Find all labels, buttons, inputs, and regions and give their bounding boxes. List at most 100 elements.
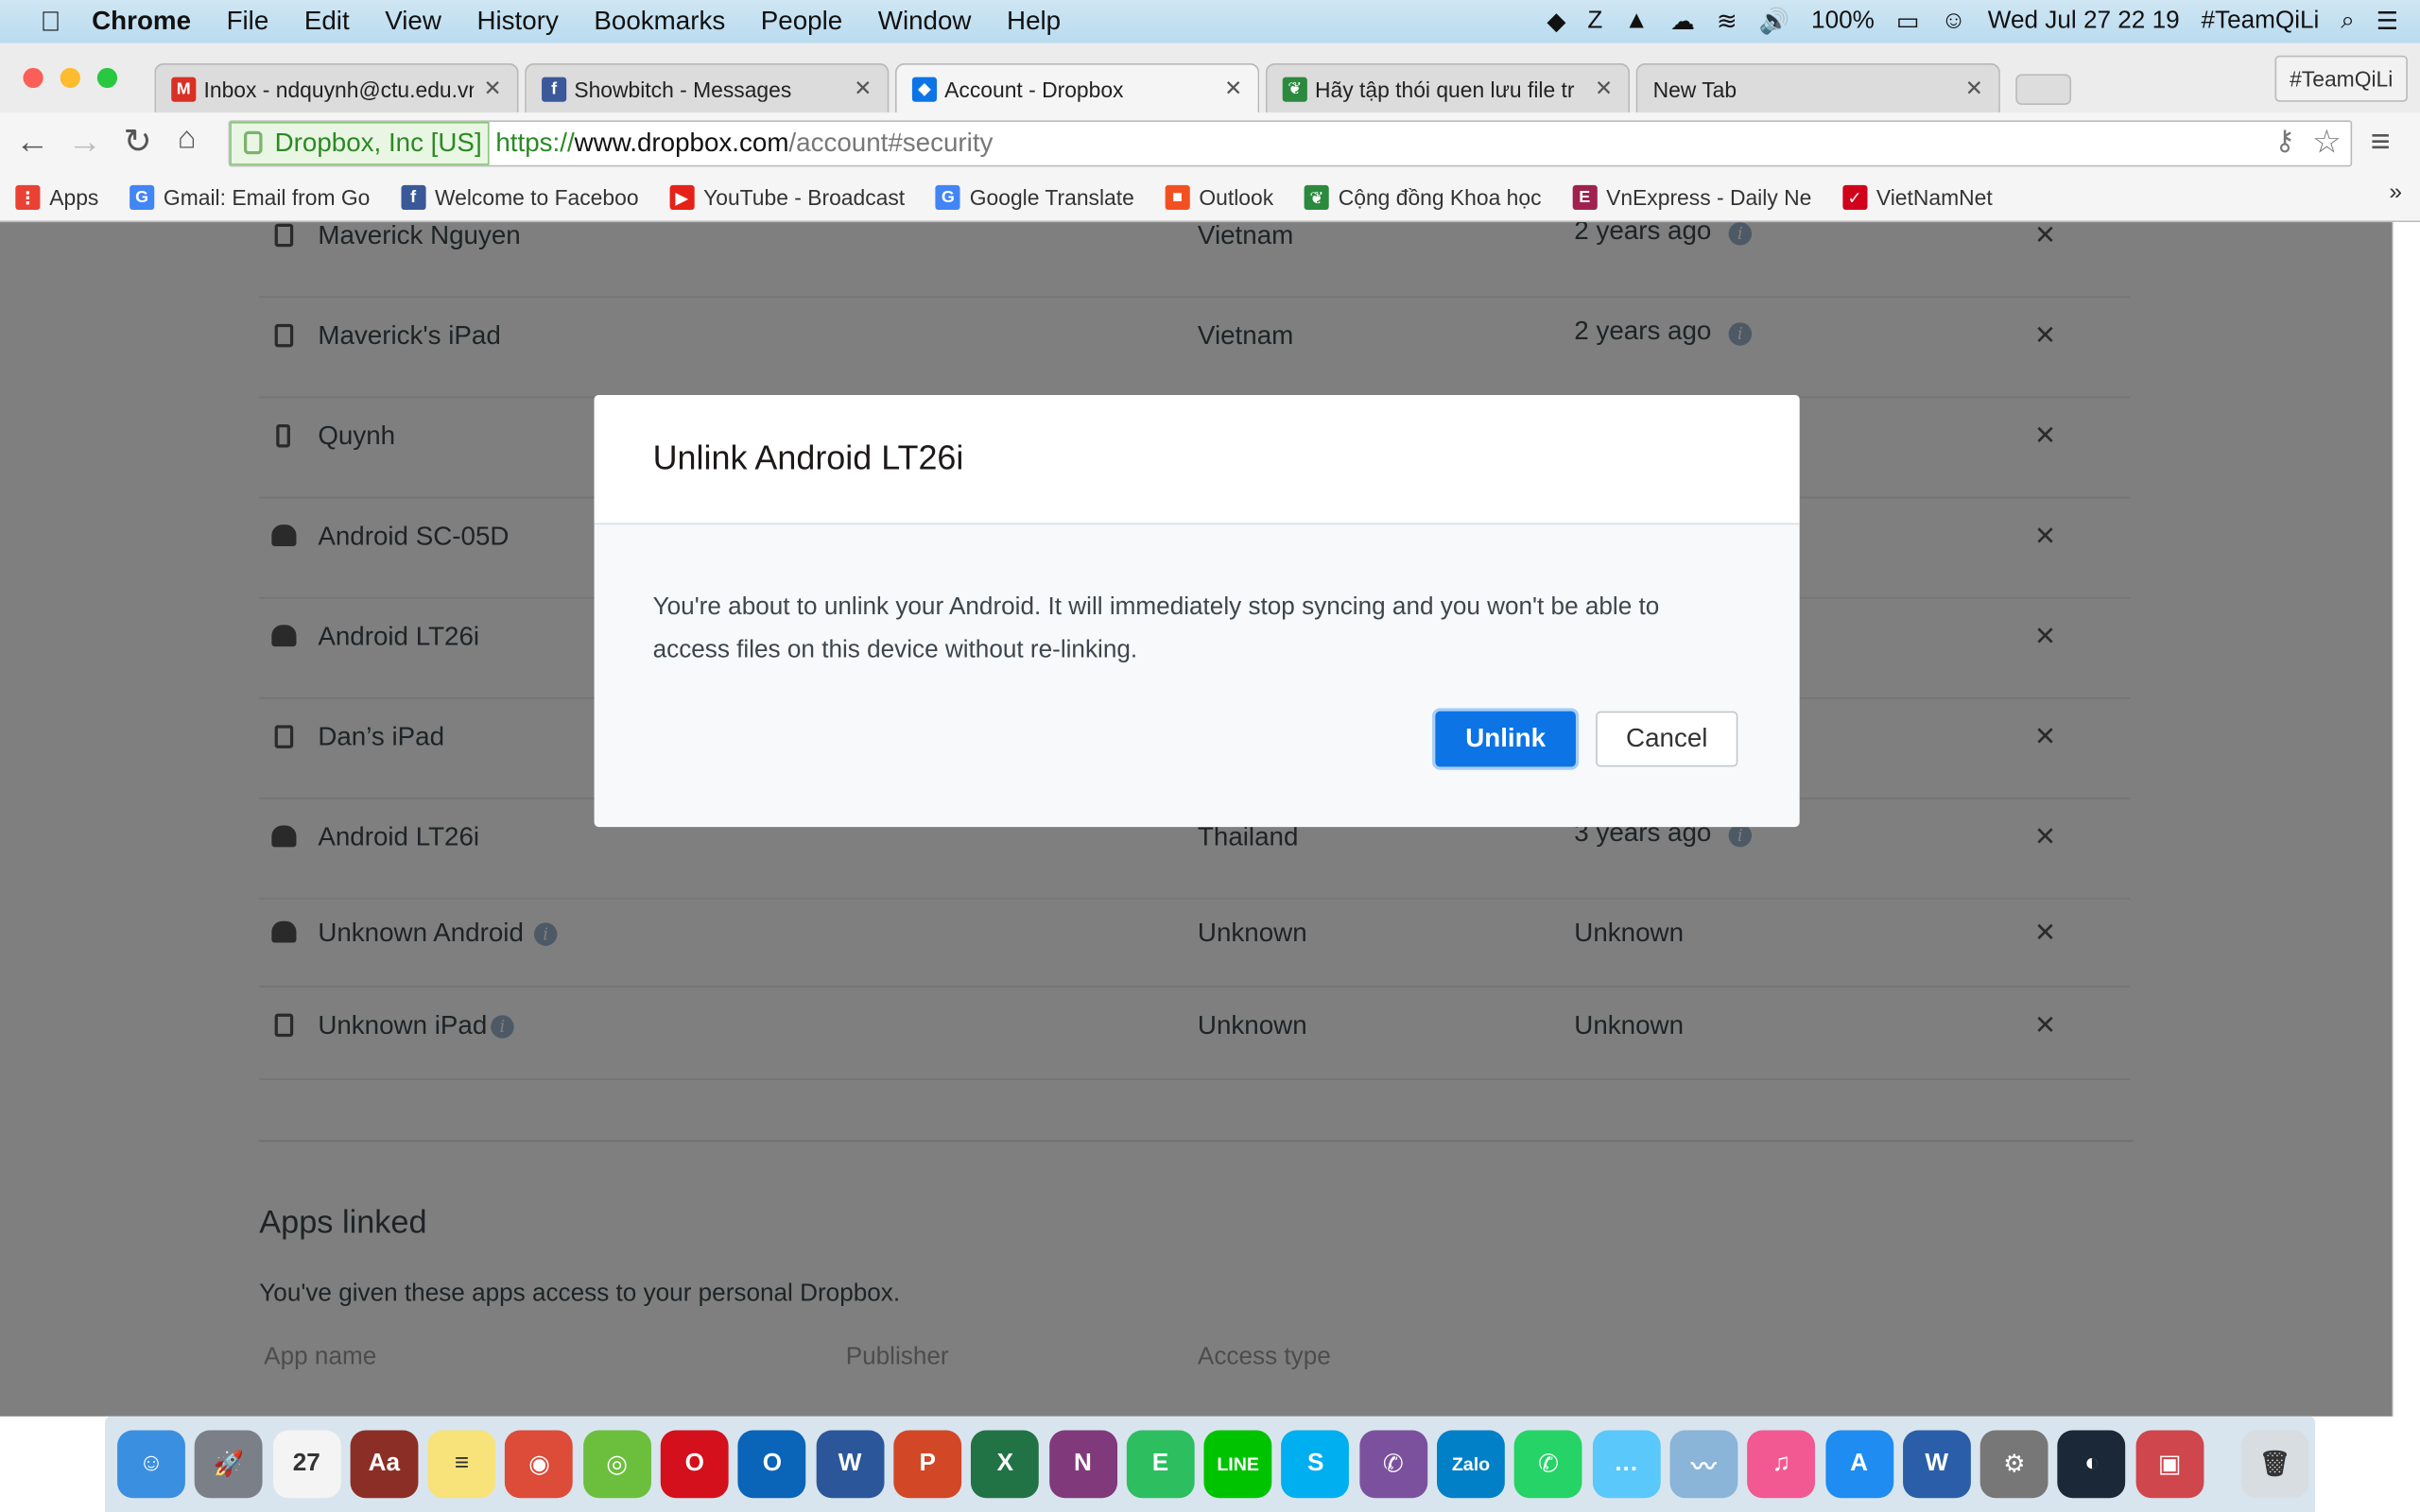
dock-whatsapp-icon[interactable]: ✆ — [1514, 1430, 1583, 1499]
list-icon[interactable]: ☰ — [2377, 7, 2398, 38]
close-tab-icon[interactable]: ✕ — [483, 76, 501, 102]
dock-calendar-icon[interactable]: 27 — [272, 1430, 341, 1499]
close-tab-icon[interactable]: ✕ — [1965, 76, 1983, 102]
dock-wunderbucket-icon[interactable]: 〰 — [1669, 1430, 1738, 1499]
dock-word-icon[interactable]: W — [816, 1430, 884, 1499]
bookmark-0[interactable]: ⋮ Apps — [15, 184, 99, 211]
bookmark-icon: E — [1572, 184, 1598, 211]
new-tab-button[interactable] — [2015, 74, 2072, 106]
dropbox-icon[interactable]: ◆ — [1547, 7, 1565, 38]
tab-3[interactable]: ❦ Hãy tập thói quen lưu file tr ✕ — [1265, 62, 1631, 113]
cloud-icon[interactable]: ☁ — [1670, 7, 1695, 38]
unlink-dialog: Unlink Android LT26i You're about to unl… — [594, 394, 1800, 828]
tab-title: Showbitch - Messages — [574, 76, 792, 101]
dock-trash-icon[interactable]: 🗑 — [2240, 1430, 2309, 1499]
profile-button[interactable]: #TeamQiLi — [2274, 55, 2408, 102]
tab-title: New Tab — [1652, 76, 1737, 101]
clock[interactable]: Wed Jul 27 22 19 — [1988, 8, 2180, 35]
menu-history[interactable]: History — [476, 7, 558, 38]
bookmark-6[interactable]: ❦ Cộng đồng Khoa học — [1304, 184, 1542, 211]
back-icon[interactable]: ← — [15, 122, 49, 162]
key-icon[interactable]: ⚷ — [2274, 125, 2295, 157]
dock-finder-icon[interactable]: ☺ — [117, 1430, 185, 1499]
dock-line-icon[interactable]: LINE — [1203, 1430, 1272, 1499]
dock-evernote-icon[interactable]: E — [1126, 1430, 1195, 1499]
dock: ☺ 🚀 27 Aa ≡ ◉ ◎ O O W P X N E LINE S ✆ Zalo ✆… 〰 ♫ A W ⚙ ◐ ▣ 🗑 — [105, 1416, 2315, 1512]
home-icon[interactable]: ⌂ — [178, 122, 197, 158]
apple-icon[interactable]:  — [40, 6, 60, 38]
minimize-window-button[interactable] — [60, 67, 80, 89]
dock-opera-icon[interactable]: O — [660, 1430, 729, 1499]
bookmark-label: Cộng đồng Khoa học — [1338, 184, 1542, 211]
dock-zalo-icon[interactable]: Zalo — [1437, 1430, 1505, 1499]
menu-view[interactable]: View — [385, 7, 441, 38]
dock-itunes-icon[interactable]: ♫ — [1747, 1430, 1816, 1499]
battery-percent[interactable]: 100% — [1811, 8, 1875, 35]
dock-coccoc-icon[interactable]: ◎ — [582, 1430, 651, 1499]
cancel-button[interactable]: Cancel — [1596, 711, 1738, 767]
close-tab-icon[interactable]: ✕ — [854, 76, 872, 102]
dock-steam-icon[interactable]: ◐ — [2058, 1430, 2126, 1499]
menu-window[interactable]: Window — [878, 7, 972, 38]
dock-excel-icon[interactable]: X — [971, 1430, 1040, 1499]
tab-1[interactable]: f Showbitch - Messages ✕ — [525, 62, 890, 113]
volume-icon[interactable]: 🔊 — [1759, 7, 1790, 38]
bookmark-icon: f — [401, 184, 426, 211]
dock-onenote-icon[interactable]: N — [1048, 1430, 1117, 1499]
dock-powerpoint-icon[interactable]: P — [893, 1430, 962, 1499]
close-tab-icon[interactable]: ✕ — [1595, 76, 1613, 102]
dialog-title: Unlink Android LT26i — [594, 394, 1800, 525]
address-bar[interactable]: Dropbox, Inc [US] https://www.dropbox.co… — [228, 120, 2353, 167]
reload-icon[interactable]: ↻ — [124, 122, 152, 162]
google-drive-icon[interactable]: ▲ — [1624, 8, 1649, 35]
dock-system-preferences-icon[interactable]: ⚙ — [1979, 1430, 2048, 1499]
tab-4[interactable]: New Tab ✕ — [1635, 62, 2000, 113]
forward-icon[interactable]: → — [68, 122, 102, 162]
dock-photo-booth-icon[interactable]: ▣ — [2135, 1430, 2204, 1499]
browser-chrome: M Inbox - ndquynh@ctu.edu.vn ✕ f Showbitch -… — [0, 43, 2420, 223]
toolbar: ← → ↻ ⌂ Dropbox, Inc [US] https://www.dr… — [0, 112, 2420, 175]
bookmark-4[interactable]: G Google Translate — [935, 184, 1134, 211]
menu-bookmarks[interactable]: Bookmarks — [594, 7, 725, 38]
dock-launchpad-icon[interactable]: 🚀 — [195, 1430, 264, 1499]
dock-app-store-icon[interactable]: A — [1824, 1430, 1893, 1499]
bookmarks-overflow[interactable]: » — [2389, 179, 2402, 205]
menu-file[interactable]: File — [227, 7, 269, 38]
dock-chrome-icon[interactable]: ◉ — [505, 1430, 574, 1499]
menu-people[interactable]: People — [761, 7, 842, 38]
dock-messages-icon[interactable]: … — [1592, 1430, 1661, 1499]
bookmark-5[interactable]: ■ Outlook — [1165, 184, 1273, 211]
bookmark-label: Apps — [49, 184, 99, 211]
tab-title: Inbox - ndquynh@ctu.edu.vn — [203, 76, 475, 101]
zoom-window-button[interactable] — [96, 67, 118, 89]
bookmark-2[interactable]: f Welcome to Faceboo — [401, 184, 639, 211]
menu-app-name[interactable]: Chrome — [92, 7, 191, 38]
menu-icon[interactable]: ≡ — [2371, 122, 2391, 162]
dock-dictionary-icon[interactable]: Aa — [350, 1430, 419, 1499]
bookmark-3[interactable]: ▶ YouTube - Broadcast — [669, 184, 905, 211]
tab-2[interactable]: ◆ Account - Dropbox ✕ — [894, 62, 1260, 113]
dock-viber-icon[interactable]: ✆ — [1358, 1430, 1427, 1499]
bookmark-7[interactable]: E VnExpress - Daily Ne — [1572, 184, 1811, 211]
bookmark-1[interactable]: G Gmail: Email from Go — [130, 184, 370, 211]
tab-0[interactable]: M Inbox - ndquynh@ctu.edu.vn ✕ — [154, 62, 519, 113]
search-icon[interactable]: ⌕ — [2341, 8, 2355, 35]
dock-wps-icon[interactable]: W — [1902, 1430, 1971, 1499]
user-icon[interactable]: ☺ — [1941, 8, 1966, 35]
user-name[interactable]: #TeamQiLi — [2201, 8, 2319, 35]
unlink-button[interactable]: Unlink — [1435, 711, 1576, 767]
dock-notes-icon[interactable]: ≡ — [427, 1430, 496, 1499]
menu-help[interactable]: Help — [1007, 7, 1061, 38]
zalo-icon[interactable]: Z — [1587, 8, 1602, 35]
battery-icon[interactable]: ▭ — [1896, 7, 1920, 38]
dock-skype-icon[interactable]: S — [1281, 1430, 1350, 1499]
ev-certificate-badge[interactable]: Dropbox, Inc [US] — [230, 121, 490, 165]
bookmark-star-icon[interactable]: ☆ — [2312, 124, 2342, 163]
wifi-icon[interactable]: ≋ — [1717, 7, 1737, 38]
menu-edit[interactable]: Edit — [304, 7, 350, 38]
dock-outlook-icon[interactable]: O — [738, 1430, 806, 1499]
scrollbar[interactable] — [2392, 222, 2420, 1417]
bookmark-8[interactable]: ✓ VietNamNet — [1841, 184, 1993, 211]
close-tab-icon[interactable]: ✕ — [1224, 76, 1242, 102]
close-window-button[interactable] — [23, 67, 43, 89]
